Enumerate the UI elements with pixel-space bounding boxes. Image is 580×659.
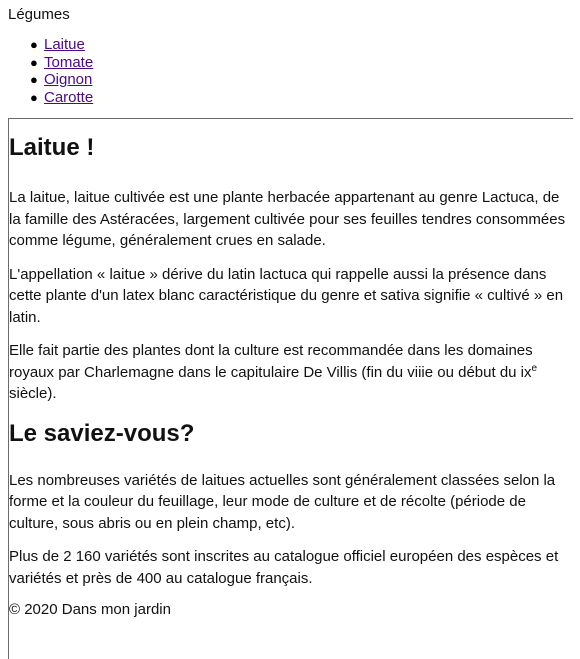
century-superscript: e (531, 362, 538, 374)
list-item: ● Tomate (30, 54, 568, 72)
vegetable-list: ● Laitue ● Tomate ● Oignon ● Carotte (8, 36, 568, 106)
fact-paragraph: Les nombreuses variétés de laitues actue… (9, 471, 556, 532)
link-oignon[interactable]: Oignon (44, 71, 92, 88)
etymology-paragraph: L'appellation « laitue » dérive du latin… (9, 265, 564, 326)
link-tomate[interactable]: Tomate (44, 54, 93, 71)
link-carotte[interactable]: Carotte (44, 89, 93, 106)
page-title: Laitue ! (9, 134, 95, 161)
history-paragraph: Elle fait partie des plantes dont la cul… (9, 340, 573, 405)
list-item: ● Carotte (30, 89, 568, 107)
vegetable-nav: Légumes ● Laitue ● Tomate ● Oignon ● Car… (8, 6, 568, 106)
footer-copyright: © 2020 Dans mon jardin (9, 601, 171, 618)
main-article: Laitue ! La laitue, laitue cultivée est … (8, 118, 573, 659)
list-item: ● Laitue (30, 36, 568, 54)
bullet-icon: ● (30, 54, 38, 70)
bullet-icon: ● (30, 72, 38, 87)
history-text: Elle fait partie des plantes dont la cul… (9, 342, 533, 381)
list-item: ● Oignon (30, 71, 568, 89)
section-title: Le saviez-vous? (9, 419, 195, 447)
nav-title: Légumes (8, 6, 70, 23)
link-laitue[interactable]: Laitue (44, 36, 85, 53)
history-text-end: siècle). (9, 385, 57, 402)
bullet-icon: ● (30, 89, 38, 105)
bullet-icon: ● (30, 37, 38, 52)
intro-paragraph: La laitue, laitue cultivée est une plant… (9, 189, 566, 249)
fact-paragraph: Plus de 2 160 variétés sont inscrites au… (9, 548, 559, 587)
